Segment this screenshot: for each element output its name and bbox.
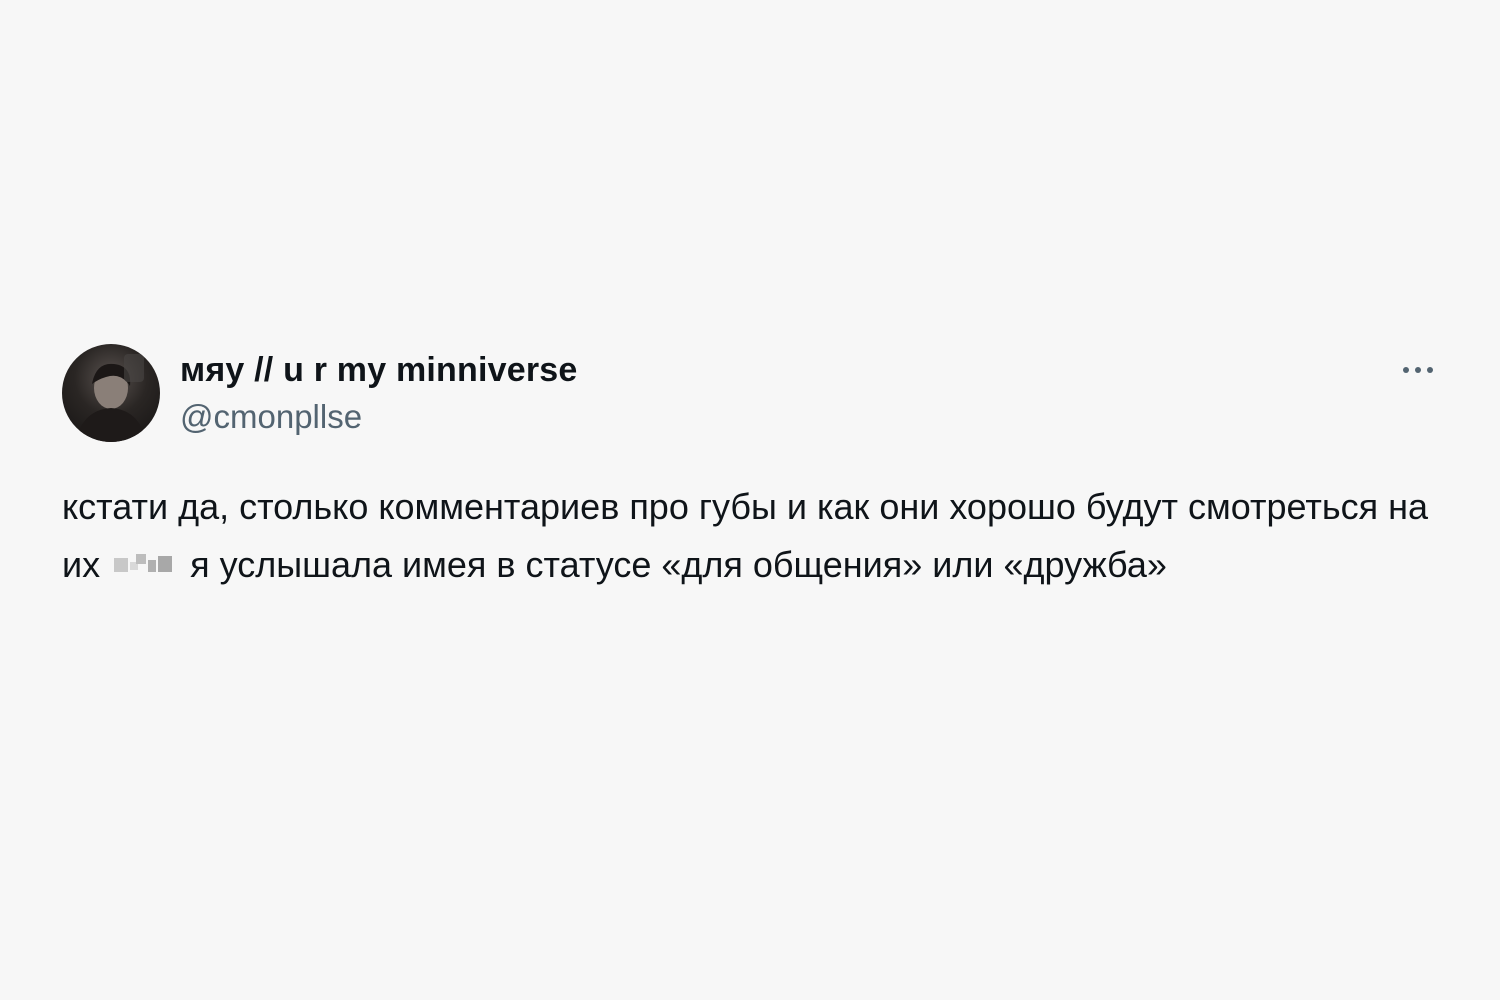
tweet-card: мяу // u r my minniverse @cmonpllse кста…: [62, 344, 1440, 594]
avatar-photo-icon: [76, 354, 146, 442]
more-dots-icon: [1415, 367, 1421, 373]
tweet-header: мяу // u r my minniverse @cmonpllse: [62, 344, 1440, 442]
censor-block-icon: [114, 554, 176, 574]
more-dots-icon: [1403, 367, 1409, 373]
user-names: мяу // u r my minniverse @cmonpllse: [180, 350, 578, 437]
page: мяу // u r my minniverse @cmonpllse кста…: [0, 0, 1500, 1000]
more-dots-icon: [1427, 367, 1433, 373]
tweet-text: кстати да, столько комментариев про губы…: [62, 478, 1440, 594]
avatar[interactable]: [62, 344, 160, 442]
more-options-button[interactable]: [1396, 352, 1440, 388]
display-name[interactable]: мяу // u r my minniverse: [180, 350, 578, 390]
user-handle[interactable]: @cmonpllse: [180, 397, 578, 437]
tweet-text-part2: я услышала имея в статусе «для общения» …: [190, 544, 1167, 585]
